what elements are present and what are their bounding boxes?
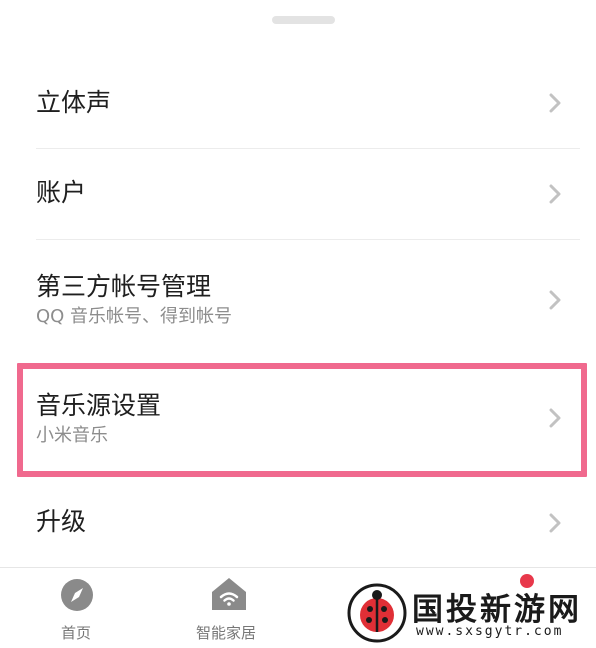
tab-label: 首页 bbox=[61, 624, 92, 642]
settings-item-title: 第三方帐号管理 bbox=[36, 272, 212, 301]
watermark: 国投新游网 www.sxsgytr.com bbox=[346, 580, 592, 646]
settings-item-upgrade[interactable]: 升级 bbox=[0, 478, 596, 566]
smart-home-icon bbox=[212, 578, 246, 610]
settings-item-stereo[interactable]: 立体声 bbox=[0, 58, 596, 148]
watermark-brand: 国投新游网 bbox=[412, 592, 582, 628]
tab-home[interactable]: 首页 bbox=[40, 568, 120, 648]
tab-smart-home[interactable]: 智能家居 bbox=[190, 568, 280, 648]
chevron-right-icon bbox=[549, 93, 561, 113]
settings-item-title: 立体声 bbox=[36, 88, 112, 117]
ladybug-logo-icon bbox=[347, 583, 407, 643]
chevron-right-icon bbox=[549, 290, 561, 310]
settings-item-title: 升级 bbox=[36, 507, 87, 536]
settings-item-subtitle: QQ 音乐帐号、得到帐号 bbox=[36, 306, 233, 327]
watermark-url: www.sxsgytr.com bbox=[416, 624, 564, 639]
chevron-right-icon bbox=[549, 184, 561, 204]
settings-item-third-party-accounts[interactable]: 第三方帐号管理 QQ 音乐帐号、得到帐号 bbox=[0, 240, 596, 348]
drag-handle[interactable] bbox=[272, 16, 335, 24]
highlight-frame bbox=[17, 363, 587, 477]
settings-item-account[interactable]: 账户 bbox=[0, 149, 596, 239]
chevron-right-icon bbox=[549, 513, 561, 533]
compass-icon bbox=[61, 579, 93, 611]
settings-sheet: 立体声 账户 第三方帐号管理 QQ 音乐帐号、得到帐号 音乐源设置 小米音乐 升… bbox=[0, 0, 596, 647]
tab-label: 智能家居 bbox=[196, 624, 257, 642]
settings-item-title: 账户 bbox=[36, 178, 87, 207]
